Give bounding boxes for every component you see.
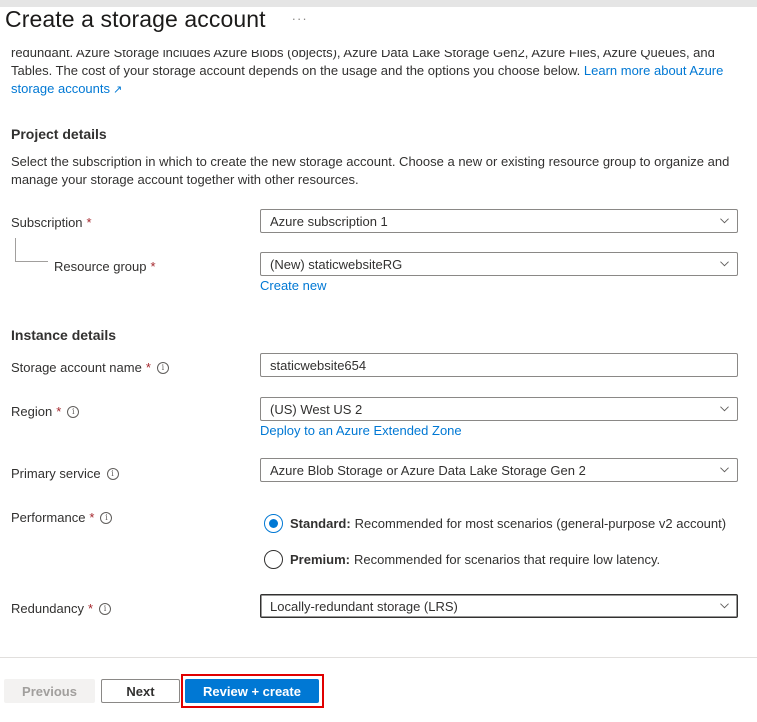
info-icon[interactable]: i — [156, 361, 169, 374]
radio-option-name: Premium: — [290, 552, 350, 567]
performance-label-text: Performance — [11, 510, 86, 525]
radio-unchecked-icon[interactable] — [264, 550, 283, 569]
storage-account-name-value: staticwebsite654 — [270, 357, 367, 373]
subscription-label-text: Subscription — [11, 215, 83, 230]
chevron-down-icon — [720, 603, 729, 609]
chevron-down-icon — [720, 218, 729, 224]
required-marker: * — [88, 601, 94, 616]
learn-more-link[interactable]: Learn more about Azure — [584, 63, 723, 78]
region-value: (US) West US 2 — [270, 401, 363, 417]
storage-account-name-input[interactable]: staticwebsite654 — [260, 353, 738, 377]
learn-more-link-cont[interactable]: storage accounts — [11, 81, 110, 96]
resource-group-label-text: Resource group — [54, 259, 147, 274]
tree-connector — [15, 238, 48, 262]
intro-line-2: Tables. The cost of your storage account… — [11, 63, 584, 78]
redundancy-dropdown[interactable]: Locally-redundant storage (LRS) — [260, 594, 738, 618]
subscription-dropdown[interactable]: Azure subscription 1 — [260, 209, 738, 233]
review-create-button[interactable]: Review + create — [185, 679, 319, 703]
region-label-text: Region — [11, 404, 53, 419]
create-new-resource-group-link[interactable]: Create new — [260, 278, 326, 293]
chevron-down-icon — [720, 261, 729, 267]
intro-line-1: redundant. Azure Storage includes Azure … — [11, 50, 715, 60]
storage-account-name-label-text: Storage account name — [11, 360, 142, 375]
radio-checked-icon[interactable] — [264, 514, 283, 533]
subscription-label: Subscription * — [11, 215, 92, 230]
performance-standard-radio[interactable]: Standard: Recommended for most scenarios… — [264, 514, 726, 533]
primary-service-label: Primary service i — [11, 466, 119, 481]
next-button[interactable]: Next — [101, 679, 180, 703]
radio-option-desc: Recommended for most scenarios (general-… — [354, 516, 727, 531]
resource-group-dropdown[interactable]: (New) staticwebsiteRG — [260, 252, 738, 276]
instance-details-heading: Instance details — [11, 327, 117, 343]
info-icon[interactable]: i — [67, 405, 80, 418]
previous-button[interactable]: Previous — [4, 679, 95, 703]
region-dropdown[interactable]: (US) West US 2 — [260, 397, 738, 421]
more-options-icon[interactable]: ··· — [292, 11, 308, 26]
radio-option-name: Standard: — [290, 516, 351, 531]
deploy-extended-zone-link[interactable]: Deploy to an Azure Extended Zone — [260, 423, 462, 438]
chevron-down-icon — [720, 467, 729, 473]
external-link-icon: ↗ — [113, 84, 123, 96]
radio-option-desc: Recommended for scenarios that require l… — [353, 552, 661, 567]
resource-group-value: (New) staticwebsiteRG — [270, 256, 403, 272]
region-label: Region * i — [11, 404, 80, 419]
subscription-value: Azure subscription 1 — [270, 213, 388, 229]
primary-service-value: Azure Blob Storage or Azure Data Lake St… — [270, 462, 586, 478]
title-row: Create a storage account ··· — [5, 4, 308, 34]
performance-premium-radio[interactable]: Premium: Recommended for scenarios that … — [264, 550, 660, 569]
required-marker: * — [56, 404, 62, 419]
footer-divider — [0, 657, 757, 658]
storage-account-name-label: Storage account name * i — [11, 360, 169, 375]
project-details-description: Select the subscription in which to crea… — [11, 154, 730, 187]
required-marker: * — [89, 510, 95, 525]
redundancy-value: Locally-redundant storage (LRS) — [270, 598, 458, 614]
redundancy-label-text: Redundancy — [11, 601, 84, 616]
info-icon[interactable]: i — [100, 511, 113, 524]
info-icon[interactable]: i — [106, 467, 119, 480]
performance-label: Performance * i — [11, 510, 113, 525]
info-icon[interactable]: i — [99, 602, 112, 615]
chevron-down-icon — [720, 406, 729, 412]
required-marker: * — [145, 360, 151, 375]
intro-text: redundant. Azure Storage includes Azure … — [11, 50, 746, 99]
required-marker: * — [150, 259, 156, 274]
page-title: Create a storage account — [5, 5, 266, 32]
primary-service-label-text: Primary service — [11, 466, 101, 481]
primary-service-dropdown[interactable]: Azure Blob Storage or Azure Data Lake St… — [260, 458, 738, 482]
required-marker: * — [86, 215, 92, 230]
redundancy-label: Redundancy * i — [11, 601, 112, 616]
resource-group-label: Resource group * — [54, 259, 156, 274]
project-details-heading: Project details — [11, 126, 107, 142]
